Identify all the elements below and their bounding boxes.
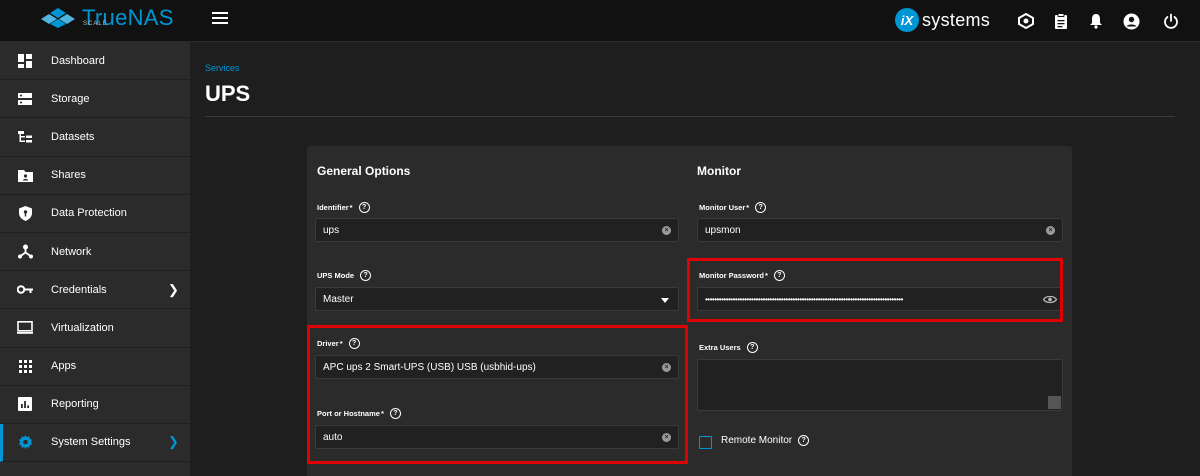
clear-icon[interactable]: × xyxy=(662,226,671,235)
top-bar: TrueNAS SCALE iX systems xyxy=(0,0,1200,42)
monitor-user-label: Monitor User * ? xyxy=(699,202,767,213)
apps-grid-icon xyxy=(17,358,33,374)
ups-mode-label: UPS Mode ? xyxy=(317,270,372,281)
sidebar-item-label: Shares xyxy=(51,169,86,182)
help-icon[interactable]: ? xyxy=(360,270,372,281)
sidebar-item-label: Apps xyxy=(51,360,77,373)
monitor-icon xyxy=(17,320,33,336)
network-icon xyxy=(17,244,33,260)
sidebar-item-label: System Settings xyxy=(51,436,131,449)
sidebar-item-label: Network xyxy=(51,245,92,258)
sidebar-item-dashboard[interactable]: Dashboard xyxy=(0,42,190,81)
help-icon[interactable]: ? xyxy=(348,338,360,349)
sidebar-item-label: Reporting xyxy=(51,398,99,411)
help-icon[interactable]: ? xyxy=(798,435,810,446)
main-content: Services UPS General Options Identifier *… xyxy=(190,42,1200,476)
sidebar-item-label: Virtualization xyxy=(51,321,114,334)
shares-icon xyxy=(17,167,33,183)
sidebar-item-datasets[interactable]: Datasets xyxy=(0,118,190,157)
sidebar-item-label: Datasets xyxy=(51,130,95,143)
eye-visibility-icon[interactable] xyxy=(1043,295,1057,304)
chevron-right-icon: ❯ xyxy=(168,281,179,297)
ix-mark: iX xyxy=(895,8,919,32)
breadcrumb-services[interactable]: Services xyxy=(205,63,240,73)
key-icon xyxy=(17,282,33,298)
port-hostname-input[interactable]: auto × xyxy=(315,425,679,449)
truenas-mark-icon xyxy=(41,8,75,28)
datasets-icon xyxy=(17,129,33,145)
chevron-down-icon xyxy=(661,298,669,303)
account-circle-icon[interactable] xyxy=(1120,10,1142,32)
dashboard-icon xyxy=(17,53,33,69)
chevron-right-icon: ❯ xyxy=(168,434,179,450)
identifier-input[interactable]: ups × xyxy=(315,218,679,242)
sidebar-item-credentials[interactable]: Credentials ❯ xyxy=(0,271,190,310)
notifications-bell-icon[interactable] xyxy=(1085,10,1107,32)
help-icon[interactable]: ? xyxy=(755,202,767,213)
sidebar-item-data-protection[interactable]: Data Protection xyxy=(0,195,190,233)
gear-icon xyxy=(17,434,33,450)
clear-icon[interactable]: × xyxy=(662,433,671,442)
extra-users-textarea[interactable] xyxy=(697,359,1063,411)
sidebar-item-label: Dashboard xyxy=(51,54,105,67)
brand-edition: SCALE xyxy=(83,21,108,27)
sidebar-item-label: Data Protection xyxy=(51,207,127,220)
sidebar-item-storage[interactable]: Storage xyxy=(0,80,190,119)
power-icon[interactable] xyxy=(1160,10,1182,32)
ups-mode-select[interactable]: Master xyxy=(315,287,679,311)
sidebar-item-reporting[interactable]: Reporting xyxy=(0,386,190,424)
vendor-name: systems xyxy=(922,9,991,30)
port-hostname-label: Port or Hostname * ? xyxy=(317,408,401,419)
help-icon[interactable]: ? xyxy=(358,202,370,213)
clipboard-tasks-icon[interactable] xyxy=(1050,10,1072,32)
sidebar-item-apps[interactable]: Apps xyxy=(0,348,190,386)
identifier-label: Identifier * ? xyxy=(317,202,370,213)
monitor-password-input[interactable]: ••••••••••••••••••••••••••••••••••••••••… xyxy=(697,287,1063,311)
header-divider xyxy=(205,116,1175,117)
ix-systems-logo[interactable]: iX systems xyxy=(895,8,990,32)
monitor-password-label: Monitor Password * ? xyxy=(699,270,785,281)
general-options-title: General Options xyxy=(317,164,411,178)
sidebar-item-system-settings[interactable]: System Settings ❯ xyxy=(0,423,190,463)
help-icon[interactable]: ? xyxy=(389,408,401,419)
sidebar-item-virtualization[interactable]: Virtualization xyxy=(0,309,190,348)
clear-icon[interactable]: × xyxy=(1046,226,1055,235)
remote-monitor-label: Remote Monitor ? xyxy=(721,435,810,446)
shield-icon xyxy=(17,205,33,221)
monitor-title: Monitor xyxy=(697,164,741,178)
storage-icon xyxy=(17,91,33,107)
help-icon[interactable]: ? xyxy=(773,270,785,281)
clear-icon[interactable]: × xyxy=(662,363,671,372)
driver-label: Driver * ? xyxy=(317,338,360,349)
resize-handle[interactable] xyxy=(1048,396,1061,409)
driver-input[interactable]: APC ups 2 Smart-UPS (USB) USB (usbhid-up… xyxy=(315,355,679,379)
truecommand-icon[interactable] xyxy=(1015,10,1037,32)
sidebar-item-network[interactable]: Network xyxy=(0,233,190,272)
sidebar-item-label: Storage xyxy=(51,92,90,105)
remote-monitor-checkbox[interactable] xyxy=(699,436,712,449)
sidebar-item-shares[interactable]: Shares xyxy=(0,157,190,195)
ups-settings-card: General Options Identifier * ? ups × UPS … xyxy=(307,146,1072,476)
sidebar-item-label: Credentials xyxy=(51,283,107,296)
monitor-user-input[interactable]: upsmon × xyxy=(697,218,1063,242)
extra-users-label: Extra Users ? xyxy=(699,342,758,353)
page-title: UPS xyxy=(205,81,251,106)
sidebar: Dashboard Storage Datasets Shares Data P… xyxy=(0,42,190,476)
help-icon[interactable]: ? xyxy=(746,342,758,353)
menu-toggle-button[interactable] xyxy=(212,12,228,28)
reporting-icon xyxy=(17,396,33,412)
